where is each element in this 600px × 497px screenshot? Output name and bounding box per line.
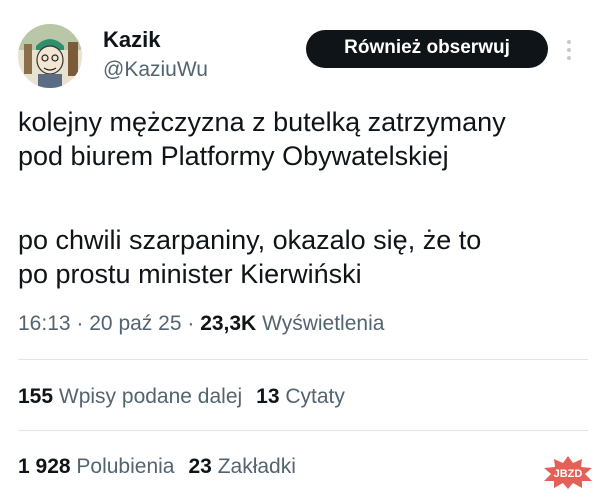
tweet-time[interactable]: 16:13 — [18, 312, 71, 335]
likes-count: 1 928 — [18, 455, 71, 478]
divider — [18, 359, 588, 360]
views-count: 23,3K — [200, 312, 257, 335]
likes-link[interactable]: 1 928 Polubienia — [18, 455, 175, 478]
reposts-count: 155 — [18, 385, 54, 408]
reposts-label: Wpisy podane dalej — [58, 385, 243, 408]
separator: · — [76, 312, 84, 335]
tweet-text: kolejny mężczyzna z butelką zatrzymany p… — [18, 105, 588, 291]
follow-button[interactable]: Również obserwuj — [306, 30, 548, 68]
tweet-line: pod biurem Platformy Obywatelskiej — [18, 141, 449, 171]
bookmarks-count: 23 — [188, 455, 212, 478]
bookmarks-link[interactable]: 23 Zakładki — [189, 455, 296, 478]
watermark-text: JBZD — [554, 468, 583, 480]
tweet-line: po prostu minister Kierwiński — [18, 259, 362, 289]
views-label: Wyświetlenia — [262, 312, 385, 335]
separator: · — [187, 312, 195, 335]
quotes-link[interactable]: 13 Cytaty — [256, 385, 345, 408]
tweet-line: po chwili szarpaniny, okazalo się, że to — [18, 225, 482, 255]
user-handle[interactable]: @KaziuWu — [103, 58, 208, 82]
divider — [18, 430, 588, 431]
user-name[interactable]: Kazik — [103, 27, 160, 53]
more-options-icon[interactable] — [566, 40, 572, 64]
engagement-row: 155 Wpisy podane dalej 13 Cytaty — [18, 385, 345, 409]
tweet-meta: 16:13 · 20 paź 25 · 23,3K Wyświetlenia — [18, 312, 384, 336]
watermark-logo: JBZD — [542, 455, 594, 489]
reposts-link[interactable]: 155 Wpisy podane dalej — [18, 385, 242, 408]
tweet-date[interactable]: 20 paź 25 — [89, 312, 181, 335]
avatar[interactable] — [18, 24, 82, 88]
bookmarks-label: Zakładki — [217, 455, 296, 478]
quotes-label: Cytaty — [285, 385, 345, 408]
likes-label: Polubienia — [76, 455, 175, 478]
tweet-line: kolejny mężczyzna z butelką zatrzymany — [18, 107, 506, 137]
quotes-count: 13 — [256, 385, 280, 408]
engagement-row: 1 928 Polubienia 23 Zakładki — [18, 455, 296, 479]
